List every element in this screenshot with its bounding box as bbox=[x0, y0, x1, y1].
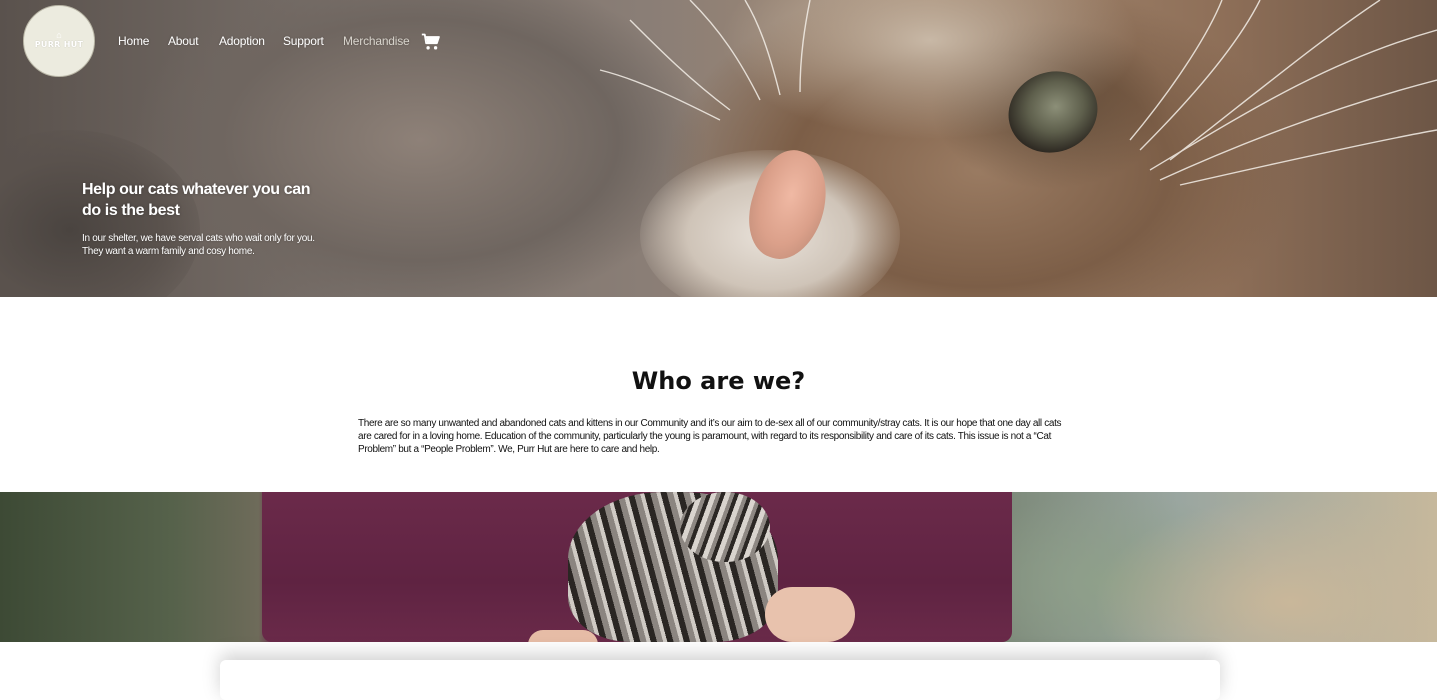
nav-merchandise[interactable]: Merchandise bbox=[343, 34, 410, 48]
nav-about[interactable]: About bbox=[168, 34, 199, 48]
next-section-card bbox=[220, 660, 1220, 700]
about-heading: Who are we? bbox=[631, 367, 806, 395]
house-icon: ⌂ bbox=[56, 30, 62, 40]
shopping-cart-icon[interactable] bbox=[421, 32, 441, 52]
hero-banner: ⌂ PURR HUT Home About Adoption Support M… bbox=[0, 0, 1437, 297]
hero-copy: Help our cats whatever you can do is the… bbox=[82, 179, 322, 258]
nav-home[interactable]: Home bbox=[118, 34, 149, 48]
kitten-image-hand bbox=[765, 587, 855, 642]
kitten-image-banner bbox=[0, 492, 1437, 642]
purr-hut-logo[interactable]: ⌂ PURR HUT bbox=[23, 5, 95, 77]
nav-adoption[interactable]: Adoption bbox=[219, 34, 265, 48]
hero-subtitle: In our shelter, we have serval cats who … bbox=[82, 233, 315, 257]
nav-support[interactable]: Support bbox=[283, 34, 324, 48]
kitten-image-head bbox=[680, 492, 770, 562]
about-body: There are so many unwanted and abandoned… bbox=[358, 418, 1062, 455]
about-section: Who are we? There are so many unwanted a… bbox=[0, 297, 1437, 492]
logo-text: PURR HUT bbox=[34, 40, 84, 49]
kitten-image-hand-left bbox=[528, 630, 598, 642]
hero-title: Help our cats whatever you can do is the… bbox=[82, 181, 311, 219]
